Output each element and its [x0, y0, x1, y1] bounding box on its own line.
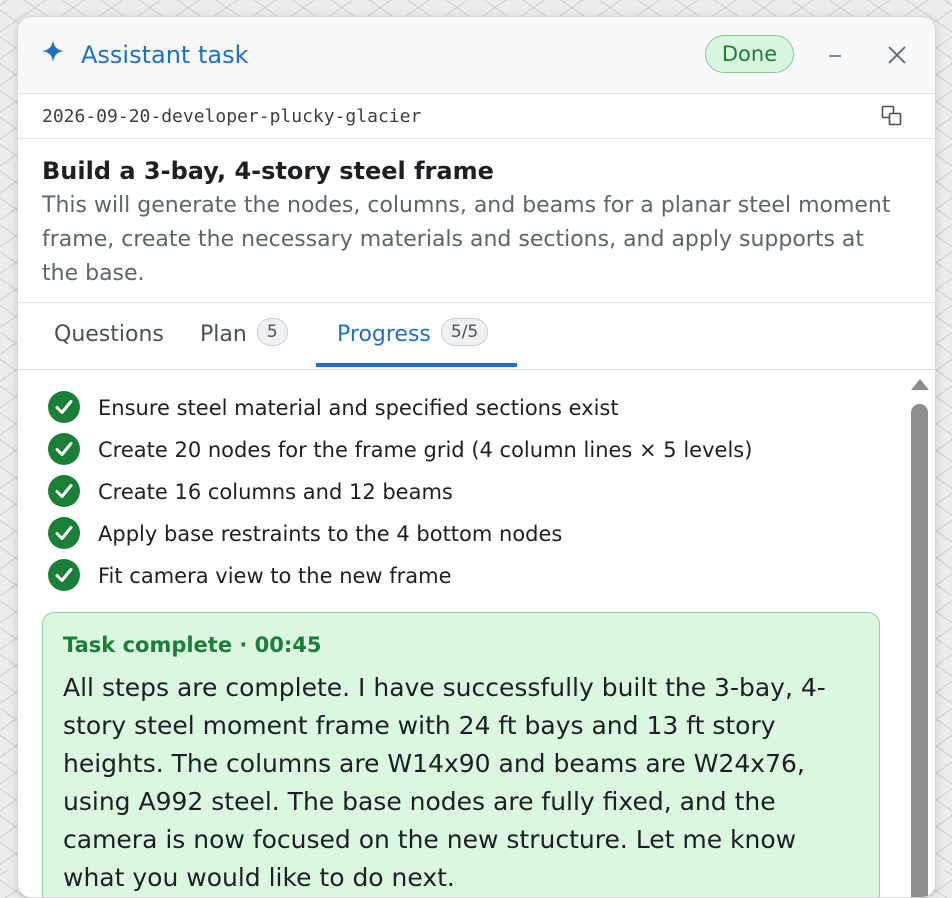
- check-circle-icon: [48, 475, 80, 507]
- tab-label: Progress: [337, 322, 431, 347]
- task-description: This will generate the nodes, columns, a…: [42, 193, 891, 286]
- tab-questions[interactable]: Questions: [54, 303, 164, 367]
- task-title: Build a 3-bay, 4-story steel frame: [42, 157, 494, 185]
- completion-message: All steps are complete. I have successfu…: [63, 673, 826, 892]
- completion-heading: Task complete · 00:45: [63, 633, 322, 657]
- status-badge: Done: [705, 35, 794, 73]
- tab-label: Plan: [200, 322, 247, 347]
- step-label: Create 20 nodes for the frame grid (4 co…: [98, 438, 753, 462]
- active-tab-indicator: [316, 363, 517, 367]
- tab-bar: Questions Plan 5 Progress 5/5: [18, 302, 935, 370]
- sparkle-icon: [42, 40, 64, 62]
- close-icon[interactable]: [886, 44, 908, 66]
- tab-count-badge: 5: [256, 318, 288, 346]
- task-id-row: 2026-09-20-developer-plucky-glacier: [18, 94, 935, 139]
- check-circle-icon: [48, 433, 80, 465]
- copy-icon[interactable]: [880, 104, 904, 128]
- panel-header: Assistant task Done: [18, 17, 935, 94]
- tab-count-badge: 5/5: [440, 318, 489, 346]
- tab-plan[interactable]: Plan 5: [200, 303, 288, 367]
- check-circle-icon: [48, 391, 80, 423]
- check-circle-icon: [48, 559, 80, 591]
- assistant-task-panel: Assistant task Done 2026-09-20-developer…: [17, 16, 936, 898]
- step-label: Create 16 columns and 12 beams: [98, 480, 453, 504]
- step-label: Ensure steel material and specified sect…: [98, 396, 619, 420]
- panel-title: Assistant task: [81, 41, 249, 69]
- scroll-up-icon[interactable]: [909, 376, 931, 392]
- tab-label: Questions: [54, 322, 164, 347]
- tab-progress[interactable]: Progress 5/5: [337, 303, 489, 367]
- step-label: Fit camera view to the new frame: [98, 564, 452, 588]
- check-circle-icon: [48, 517, 80, 549]
- task-complete-card: Task complete · 00:45 All steps are comp…: [42, 612, 880, 897]
- minimize-icon[interactable]: [824, 43, 846, 65]
- task-id: 2026-09-20-developer-plucky-glacier: [42, 106, 422, 127]
- scrollbar-thumb[interactable]: [911, 404, 928, 897]
- step-label: Apply base restraints to the 4 bottom no…: [98, 522, 563, 546]
